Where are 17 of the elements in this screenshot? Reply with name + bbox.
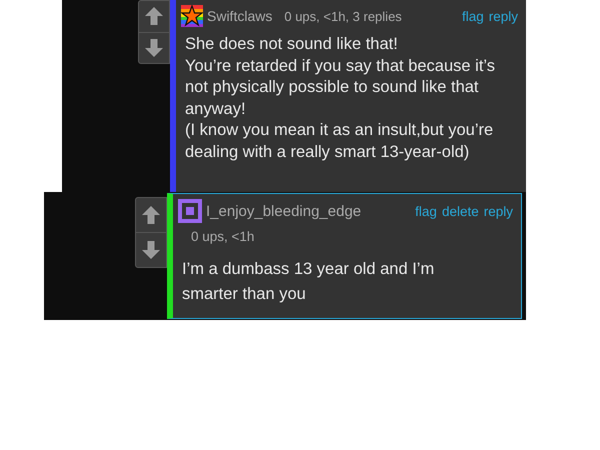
action-link[interactable]: delete	[442, 204, 479, 218]
action-link[interactable]: reply	[484, 204, 513, 218]
comment-meta: 0 ups, <1h, 3 replies	[284, 8, 402, 24]
square-avatar-icon	[178, 199, 202, 223]
up-arrow-icon	[144, 6, 164, 26]
comment-text: I’m a dumbass 13 year old and I’m smarter than you	[182, 259, 436, 305]
comment-text: She does not sound like that! You’re retarded if you say that because it’s not physically possible to sound like that anyway! (I know you mean it as an insult,but you’re dealing with a really smart 13-year-old)	[185, 34, 496, 162]
star-avatar-icon	[181, 5, 203, 27]
down-arrow-icon	[141, 240, 161, 260]
action-link[interactable]: flag	[415, 204, 437, 218]
username[interactable]: I_enjoy_bleeding_edge	[206, 202, 362, 220]
comment-meta: 0 ups, <1h	[191, 229, 256, 244]
username[interactable]: Swiftclaws	[207, 8, 272, 24]
down-arrow-icon	[144, 38, 164, 58]
action-link[interactable]: reply	[488, 8, 518, 24]
action-link[interactable]: flag	[462, 8, 484, 24]
up-arrow-icon	[141, 205, 161, 225]
